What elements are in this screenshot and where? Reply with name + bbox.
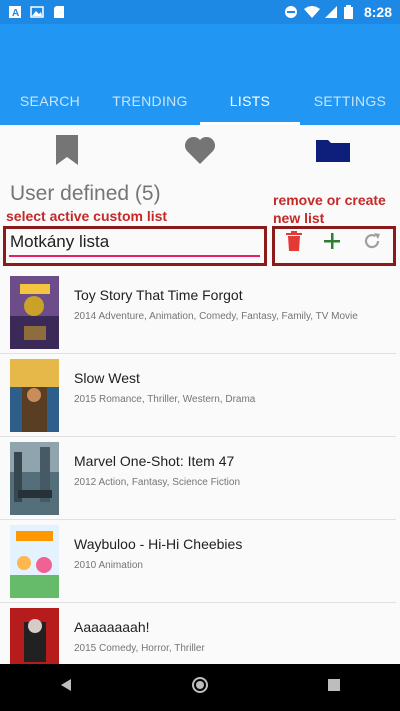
back-button[interactable] (59, 678, 73, 697)
watchlist-tab[interactable] (0, 125, 133, 175)
movie-list: Toy Story That Time Forgot 2014 Adventur… (0, 271, 400, 686)
movie-title: Slow West (74, 370, 140, 386)
wifi-icon (303, 5, 320, 19)
movie-meta: 2015 Comedy, Horror, Thriller (74, 643, 205, 654)
delete-list-button[interactable] (286, 230, 303, 256)
status-bar: A 8:28 (0, 0, 400, 24)
heart-icon (184, 136, 215, 164)
annotation-remove-create-2: new list (273, 210, 325, 226)
list-actions (276, 229, 392, 257)
tab-search[interactable]: SEARCH (0, 77, 100, 125)
plus-icon (323, 232, 340, 249)
bookmark-icon (55, 135, 78, 165)
refresh-icon (364, 232, 380, 248)
home-icon (192, 677, 208, 693)
svg-text:A: A (12, 8, 19, 19)
clock: 8:28 (363, 4, 392, 20)
movie-row[interactable]: Toy Story That Time Forgot 2014 Adventur… (0, 271, 396, 354)
sd-card-icon (52, 5, 66, 19)
movie-title: Aaaaaaaah! (74, 619, 150, 635)
movie-poster (10, 276, 59, 349)
list-type-tabs (0, 125, 400, 175)
tab-trending[interactable]: TRENDING (100, 77, 200, 125)
movie-title: Waybuloo - Hi-Hi Cheebies (74, 536, 243, 552)
movie-poster (10, 442, 59, 515)
movie-meta: 2012 Action, Fantasy, Science Fiction (74, 477, 241, 488)
back-icon (61, 679, 71, 691)
custom-lists-tab[interactable] (267, 125, 400, 175)
system-nav-bar (0, 664, 400, 711)
favorites-tab[interactable] (133, 125, 266, 175)
tab-settings[interactable]: SETTINGS (300, 77, 400, 125)
movie-row[interactable]: Slow West 2015 Romance, Thriller, Wester… (0, 354, 396, 437)
movie-poster (10, 525, 59, 598)
tab-bar: SEARCH TRENDING LISTS SETTINGS (0, 77, 400, 125)
custom-list-select[interactable]: Motkány lista (9, 230, 260, 257)
movie-poster (10, 359, 59, 432)
add-list-button[interactable] (323, 232, 341, 255)
movie-meta: 2015 Romance, Thriller, Western, Drama (74, 394, 256, 405)
refresh-lists-button[interactable] (362, 231, 382, 256)
annotation-remove-create-1: remove or create (273, 192, 386, 208)
dnd-icon (284, 5, 298, 19)
recents-icon (328, 679, 340, 691)
movie-row[interactable]: Marvel One-Shot: Item 47 2012 Action, Fa… (0, 437, 396, 520)
image-icon (30, 5, 44, 19)
signal-icon (324, 5, 338, 19)
app-a-icon: A (8, 5, 22, 19)
movie-meta: 2010 Animation (74, 560, 143, 571)
movie-row[interactable]: Waybuloo - Hi-Hi Cheebies 2010 Animation (0, 520, 396, 603)
tab-lists[interactable]: LISTS (200, 77, 300, 125)
folder-icon (316, 140, 351, 162)
trash-icon (286, 230, 303, 251)
home-button[interactable] (191, 676, 209, 699)
battery-icon (343, 5, 358, 19)
movie-meta: 2014 Adventure, Animation, Comedy, Fanta… (74, 311, 358, 322)
app-bar: SEARCH TRENDING LISTS SETTINGS (0, 24, 400, 125)
movie-title: Toy Story That Time Forgot (74, 287, 243, 303)
movie-title: Marvel One-Shot: Item 47 (74, 453, 235, 469)
recents-button[interactable] (327, 678, 341, 697)
annotation-select-list: select active custom list (6, 208, 168, 224)
section-title: User defined (5) (10, 182, 161, 205)
